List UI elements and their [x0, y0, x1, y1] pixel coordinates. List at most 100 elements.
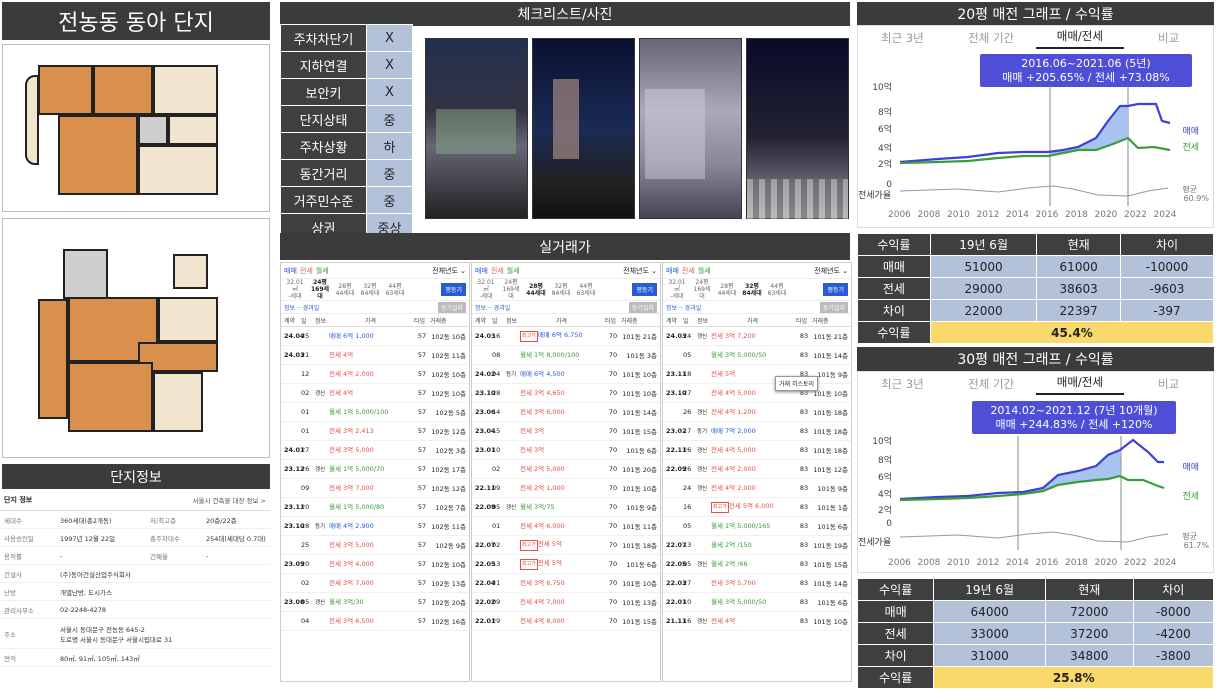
trade-row[interactable]: 23.01 10 전세 3억 70 101동 6층 [472, 441, 660, 460]
trade-row[interactable]: 01 월세 1억 5,000/100 57 102동 5층 [281, 403, 469, 422]
trade-price: 전세 3억 5,000 [327, 446, 414, 455]
trade-row[interactable]: 23.06 14 전세 3억 6,000 70 101동 14층 [472, 403, 660, 422]
trade-row[interactable]: 24.04 25 매매 6억 1,000 57 102동 10층 [281, 327, 469, 346]
trade-row[interactable]: 22.05 13 최고가 전세 5억 70 101동 6층 [472, 555, 660, 574]
trade-row[interactable]: 02 전세 3억 7,000 57 102동 13층 [281, 574, 469, 593]
trade-price-text: 전세 4억 5,000 [711, 446, 756, 454]
deal-tab-1[interactable]: 전세 [682, 267, 695, 275]
size-tab[interactable]: 44평 63세대 [575, 283, 597, 297]
trade-sub-tag[interactable]: 등기일자 [819, 301, 848, 313]
trade-row[interactable]: 23.11 20 월세 1억 5,000/80 57 102동 7층 [281, 498, 469, 517]
deal-tab-1[interactable]: 전세 [300, 267, 313, 275]
building-registry-link[interactable]: 서울시 건축물 대장 정보 > [192, 495, 266, 505]
trade-day: 12 [301, 370, 310, 378]
trade-row[interactable]: 24.02 04 등기 매매 6억 4,500 70 101동 10층 [472, 365, 660, 384]
trade-row[interactable]: 23.10 28 등기 매매 4억 2,900 57 102동 11층 [281, 517, 469, 536]
size-tab[interactable]: 28평 44세대 [334, 283, 356, 297]
trade-kind: 전세 [520, 483, 535, 492]
trade-row[interactable]: 09 전세 3억 7,000 57 102동 12층 [281, 479, 469, 498]
size-tab[interactable]: 32.01㎡ -세대 [666, 279, 688, 300]
trade-row[interactable]: 23.02 17 등기 매매 7억 2,000 83 101동 18층 [663, 422, 851, 441]
photo-2[interactable] [532, 38, 635, 219]
trade-row[interactable]: 24.03 16 최고가 매매 6억 6,750 70 101동 21층 [472, 327, 660, 346]
info-value: 개별난방, 도시가스 [60, 587, 270, 597]
trade-sub-tag[interactable]: 등기일자 [628, 301, 657, 313]
deal-tab-2[interactable]: 월세 [698, 267, 711, 275]
size-tab[interactable]: 32평 84세대 [359, 283, 381, 297]
pyeong-button[interactable]: 평등기 [441, 283, 466, 296]
trade-row[interactable]: 22.09 26 갱신 전세 4억 2,000 83 101동 12층 [663, 460, 851, 479]
year-select[interactable]: 전체년도 ⌄ [814, 266, 848, 276]
trade-kind: 전세 [520, 407, 535, 416]
size-tab[interactable]: 44평 63세대 [384, 283, 406, 297]
trade-row[interactable]: 23.08 05 갱신 월세 3억/30 57 102동 20층 [281, 593, 469, 612]
deal-tab-1[interactable]: 전세 [491, 267, 504, 275]
photo-3[interactable] [639, 38, 742, 219]
trade-row[interactable]: 05 월세 3억 5,000/50 83 101동 14층 [663, 346, 851, 365]
trade-sub-tag[interactable]: 등기일자 [437, 301, 466, 313]
trade-row[interactable]: 23.10 28 전세 3억 4,650 70 101동 10층 [472, 384, 660, 403]
size-tab[interactable]: 28평 44세대 [525, 283, 547, 297]
trade-row[interactable]: 23.09 20 전세 3억 4,000 57 102동 10층 [281, 555, 469, 574]
size-tab[interactable]: 44평 63세대 [766, 283, 788, 297]
trade-row[interactable]: 02 갱신 전세 4억 57 102동 10층 [281, 384, 469, 403]
trade-row[interactable]: 23.04 15 전세 3억 70 101동 15층 [472, 422, 660, 441]
size-tab[interactable]: 32.01㎡ -세대 [475, 279, 497, 300]
trade-row[interactable]: 22.11 26 갱신 전세 4억 5,000 83 101동 18층 [663, 441, 851, 460]
pyeong-button[interactable]: 평등기 [632, 283, 657, 296]
year-select[interactable]: 전체년도 ⌄ [623, 266, 657, 276]
trade-row[interactable]: 02 전세 2억 5,000 70 101동 20층 [472, 460, 660, 479]
trade-row[interactable]: 16 최고가 전세 5억 6,000 83 101동 1층 [663, 498, 851, 517]
trade-row[interactable]: 23.11 18 전세 5억 83 101동 9층 [663, 365, 851, 384]
trade-row[interactable]: 23.10 27 전세 4억 5,000 83 101동 10층 [663, 384, 851, 403]
info-value-road: 도로명 서울시 동대문구 서울시립대로 31 [60, 635, 173, 644]
size-units: 169세대 [310, 286, 330, 300]
trade-day: 05 [301, 598, 310, 606]
pyeong-button[interactable]: 평등기 [823, 283, 848, 296]
trade-row[interactable]: 04 전세 3억 6,500 57 102동 16층 [281, 612, 469, 631]
photo-4[interactable] [746, 38, 849, 219]
trade-col: 가격 [555, 317, 568, 325]
size-tab[interactable]: 24평 169세대 [309, 279, 331, 300]
trade-row[interactable]: 24.03 24 갱신 전세 3억 7,200 83 101동 21층 [663, 327, 851, 346]
size-tab[interactable]: 28평 44세대 [716, 283, 738, 297]
trade-row[interactable]: 01 전세 3억 2,413 57 102동 12층 [281, 422, 469, 441]
trade-row[interactable]: 22.04 21 전세 3억 6,750 70 101동 10층 [472, 574, 660, 593]
size-tab[interactable]: 24평 169세대 [500, 279, 522, 300]
trade-row[interactable]: 22.09 05 갱신 월세 3억/75 70 101동 9층 [472, 498, 660, 517]
size-tab[interactable]: 32.01㎡ -세대 [284, 279, 306, 300]
trade-row[interactable]: 24 갱신 전세 4억 2,000 83 101동 9층 [663, 479, 851, 498]
year-select[interactable]: 전체년도 ⌄ [432, 266, 466, 276]
deal-tab-0[interactable]: 매매 [284, 267, 297, 275]
trade-row[interactable]: 12 전세 4억 2,000 57 102동 10층 [281, 365, 469, 384]
photo-1[interactable] [425, 38, 528, 219]
trade-row[interactable]: 22.11 09 전세 2억 1,000 70 101동 10층 [472, 479, 660, 498]
trade-amount: 4억 [725, 616, 736, 625]
trade-row[interactable]: 05 월세 1억 5,000/165 83 101동 6층 [663, 517, 851, 536]
trade-row[interactable]: 22.03 27 전세 3억 5,700 83 101동 14층 [663, 574, 851, 593]
trade-row[interactable]: 22.01 29 전세 4억 8,000 70 101동 15층 [472, 612, 660, 631]
size-tab[interactable]: 32평 84세대 [741, 283, 763, 297]
trade-row[interactable]: 01 전세 4억 6,000 70 101동 11층 [472, 517, 660, 536]
trade-row[interactable]: 22.05 05 갱신 월세 2억 /66 83 101동 15층 [663, 555, 851, 574]
trade-row[interactable]: 23.12 26 갱신 월세 1억 5,000/70 57 102동 17층 [281, 460, 469, 479]
deal-tab-2[interactable]: 월세 [316, 267, 329, 275]
deal-tab-0[interactable]: 매매 [475, 267, 488, 275]
trade-row[interactable]: 25 전세 3억 5,000 57 102동 9층 [281, 536, 469, 555]
size-tab[interactable]: 24평 169세대 [691, 279, 713, 300]
trade-row[interactable]: 22.01 10 월세 3억 5,000/50 83 101동 6층 [663, 593, 851, 612]
trade-row[interactable]: 08 월세 1억 8,000/100 70 101동 3층 [472, 346, 660, 365]
trade-row[interactable]: 22.07 02 최고가 전세 5억 70 101동 18층 [472, 536, 660, 555]
trade-amount: 1억 5,000/100 [343, 407, 389, 416]
trade-date: 22.04 [475, 579, 496, 587]
trade-row[interactable]: 24.01 27 전세 3억 5,000 57 102동 3층 [281, 441, 469, 460]
trade-row[interactable]: 21.11 16 갱신 전세 4억 83 101동 10층 [663, 612, 851, 631]
size-tab[interactable]: 32평 84세대 [550, 283, 572, 297]
deal-tab-2[interactable]: 월세 [507, 267, 520, 275]
table-cell: 61000 [1036, 255, 1121, 278]
trade-row[interactable]: 26 갱신 전세 4억 1,200 83 101동 18층 [663, 403, 851, 422]
trade-row[interactable]: 24.03 21 전세 4억 57 102동 11층 [281, 346, 469, 365]
trade-row[interactable]: 22.07 13 월세 2억 /150 83 101동 19층 [663, 536, 851, 555]
trade-row[interactable]: 22.02 09 전세 4억 7,000 70 101동 13층 [472, 593, 660, 612]
deal-tab-0[interactable]: 매매 [666, 267, 679, 275]
